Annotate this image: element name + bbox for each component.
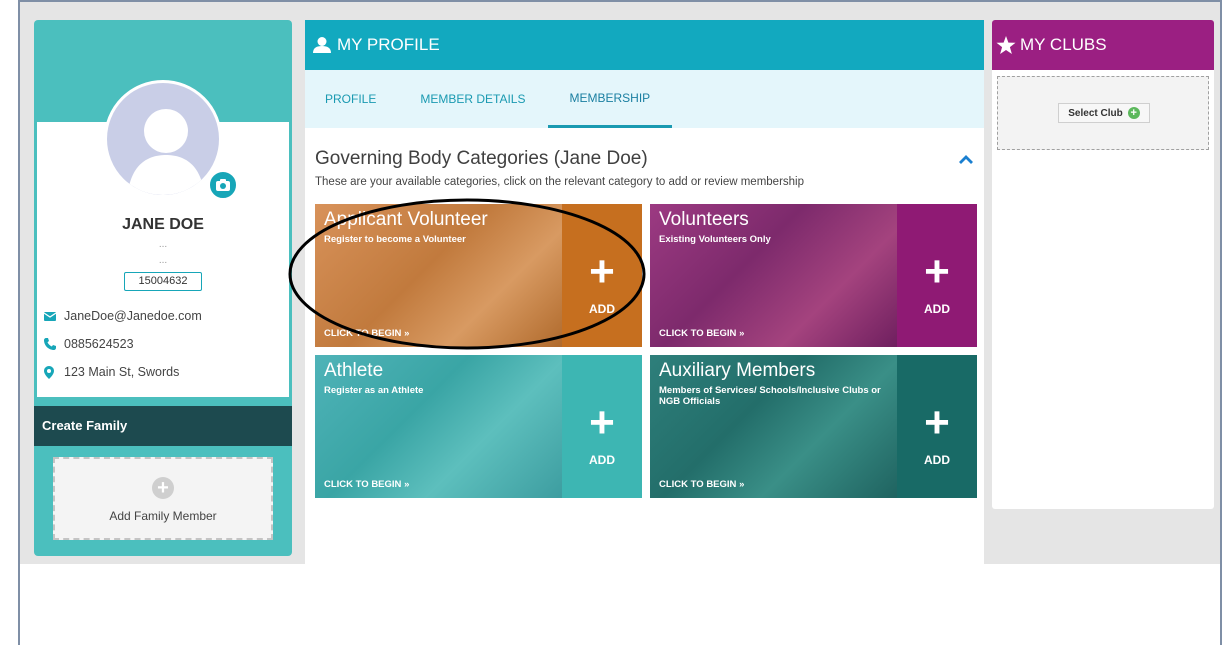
add-button[interactable]: + ADD <box>897 355 977 498</box>
map-marker-icon <box>44 365 64 379</box>
star-icon <box>996 35 1016 55</box>
add-button[interactable]: + ADD <box>562 355 642 498</box>
annotation-ellipse <box>288 198 646 350</box>
tab-membership[interactable]: MEMBERSHIP <box>547 70 673 128</box>
category-title: Athlete <box>324 360 384 381</box>
profile-sidebar: JANE DOE ... ... 15004632 JaneDoe@Janedo… <box>34 20 292 556</box>
page-footer-area <box>20 564 1220 645</box>
address-row: 123 Main St, Swords <box>44 363 179 381</box>
address-text: 123 Main St, Swords <box>64 365 180 379</box>
plus-circle-icon: + <box>1127 107 1140 119</box>
phone-row: 0885624523 <box>44 335 134 353</box>
category-title: Auxiliary Members <box>659 360 816 381</box>
plus-icon: + <box>589 397 615 447</box>
my-clubs-panel: MY CLUBS Select Club + <box>992 20 1214 509</box>
plus-circle-icon: + <box>152 477 174 499</box>
chevron-up-icon[interactable] <box>959 152 973 170</box>
add-label: ADD <box>924 452 950 467</box>
phone-text: 0885624523 <box>64 337 134 351</box>
category-subtitle: Register as an Athlete <box>324 385 424 396</box>
add-button[interactable]: + ADD <box>897 204 977 347</box>
phone-icon <box>44 338 64 350</box>
my-profile-title: MY PROFILE <box>337 35 440 54</box>
profile-line-1: ... <box>158 239 168 250</box>
tab-member-details[interactable]: MEMBER DETAILS <box>420 70 547 128</box>
envelope-icon <box>44 311 64 321</box>
app-frame: JANE DOE ... ... 15004632 JaneDoe@Janedo… <box>18 0 1222 645</box>
click-to-begin-link[interactable]: CLICK TO BEGIN » <box>659 328 744 339</box>
camera-icon <box>216 179 230 191</box>
profile-tabs: PROFILE MEMBER DETAILS MEMBERSHIP <box>305 70 984 128</box>
category-athlete[interactable]: Athlete Register as an Athlete CLICK TO … <box>315 355 642 498</box>
plus-icon: + <box>924 397 950 447</box>
select-club-area: Select Club + <box>997 76 1209 150</box>
my-clubs-title: MY CLUBS <box>1020 35 1107 54</box>
category-title: Volunteers <box>659 209 749 230</box>
category-subtitle: Existing Volunteers Only <box>659 234 771 245</box>
click-to-begin-link[interactable]: CLICK TO BEGIN » <box>324 479 409 490</box>
click-to-begin-link[interactable]: CLICK TO BEGIN » <box>659 479 744 490</box>
add-family-member-button[interactable]: + Add Family Member <box>53 457 273 540</box>
my-profile-header: MY PROFILE <box>305 20 984 70</box>
select-club-label: Select Club <box>1068 107 1123 119</box>
avatar <box>104 80 222 198</box>
add-label: ADD <box>924 301 950 316</box>
add-label: ADD <box>589 452 615 467</box>
section-title: Governing Body Categories (Jane Doe) <box>315 148 648 169</box>
add-family-member-label: Add Family Member <box>109 509 217 523</box>
change-photo-button[interactable] <box>208 170 238 200</box>
select-club-button[interactable]: Select Club + <box>1058 103 1150 123</box>
user-icon <box>313 37 331 53</box>
email-text: JaneDoe@Janedoe.com <box>64 309 202 323</box>
user-name: JANE DOE <box>122 216 204 233</box>
create-family-header[interactable]: Create Family <box>34 406 292 446</box>
plus-icon: + <box>924 246 950 296</box>
user-silhouette-icon <box>127 109 205 195</box>
tab-profile[interactable]: PROFILE <box>325 70 398 128</box>
category-subtitle: Members of Services/ Schools/Inclusive C… <box>659 385 881 407</box>
my-clubs-header: MY CLUBS <box>992 20 1214 70</box>
profile-line-2: ... <box>158 255 168 266</box>
member-id-badge: 15004632 <box>124 272 202 291</box>
section-subtitle: These are your available categories, cli… <box>315 176 804 188</box>
category-volunteers[interactable]: Volunteers Existing Volunteers Only CLIC… <box>650 204 977 347</box>
email-row: JaneDoe@Janedoe.com <box>44 307 202 325</box>
category-auxiliary-members[interactable]: Auxiliary Members Members of Services/ S… <box>650 355 977 498</box>
